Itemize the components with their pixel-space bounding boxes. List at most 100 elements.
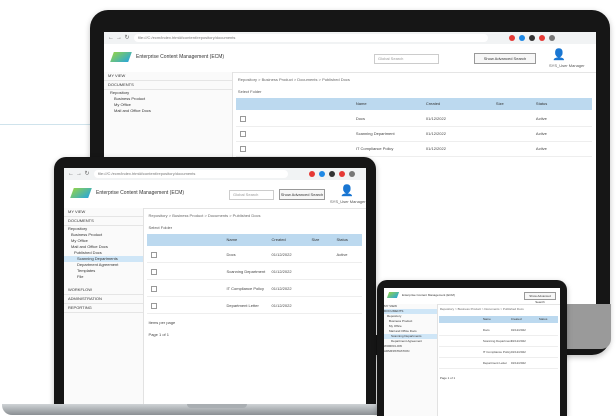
table-row[interactable]: IT Compliance Policy 01/12/2022 Active xyxy=(235,142,592,157)
breadcrumb[interactable]: Repository > Business Product > Document… xyxy=(149,213,261,218)
row-status: Active xyxy=(535,131,547,136)
user-icon[interactable]: 👤 xyxy=(552,48,566,62)
extension-icon[interactable] xyxy=(319,171,325,177)
table-header: Name Created Status xyxy=(438,316,558,323)
extension-icon[interactable] xyxy=(339,171,345,177)
laptop-screen: ← → ↻ file:///C:/ecm/index.html#/content… xyxy=(64,168,366,404)
table-row[interactable]: Scanning Department 01/12/2022 Active xyxy=(235,127,592,142)
column-header[interactable]: Size xyxy=(312,237,320,242)
advanced-search-button[interactable]: Show Advanced Search xyxy=(474,53,536,64)
sidebar-section[interactable]: ADMINISTRATION xyxy=(64,295,143,304)
tablet-side-panel xyxy=(565,304,611,349)
column-header[interactable]: Name xyxy=(227,237,238,242)
app-title: Enterprise Content Management (ECM) xyxy=(402,293,455,297)
url-input[interactable]: file:///C:/ecm/index.html#/content/repos… xyxy=(134,34,488,42)
column-header[interactable]: Created xyxy=(426,101,440,106)
select-folder-control[interactable]: Select Folder xyxy=(149,225,173,230)
column-header[interactable]: Name xyxy=(483,317,491,321)
back-icon[interactable]: ← xyxy=(67,170,75,178)
row-name: Docs xyxy=(482,328,490,332)
column-header[interactable]: Name xyxy=(356,101,367,106)
row-checkbox[interactable] xyxy=(239,146,246,152)
sidebar-section[interactable]: DOCUMENTS xyxy=(64,217,143,226)
row-name: IT Compliance Policy xyxy=(226,286,265,291)
table-row[interactable]: Department Letter 01/12/2022 xyxy=(438,358,558,369)
sidebar-section[interactable]: DOCUMENTS xyxy=(104,81,232,90)
table-row[interactable]: Docs 01/12/2022 Active xyxy=(146,248,362,263)
row-name: Scanning Department xyxy=(226,269,266,274)
column-header[interactable]: Status xyxy=(337,237,348,242)
user-icon[interactable]: 👤 xyxy=(340,184,354,198)
sidebar-section[interactable]: MY VIEW xyxy=(64,208,143,217)
sidebar-item[interactable]: Mail and Office Docs xyxy=(104,108,232,114)
menu-icon[interactable] xyxy=(349,171,355,177)
row-name: Docs xyxy=(355,116,366,121)
reload-icon[interactable]: ↻ xyxy=(123,34,131,42)
reload-icon[interactable]: ↻ xyxy=(83,170,91,178)
forward-icon[interactable]: → xyxy=(115,34,123,42)
sidebar-section[interactable]: REPORTING xyxy=(64,304,143,313)
row-status: Active xyxy=(336,252,348,257)
row-name: IT Compliance Policy xyxy=(355,146,394,151)
extension-icon[interactable] xyxy=(519,35,525,41)
forward-icon[interactable]: → xyxy=(75,170,83,178)
row-checkbox[interactable] xyxy=(150,303,157,309)
pagination[interactable]: Page 1 of 1 xyxy=(440,376,455,380)
row-created: 01/12/2022 xyxy=(425,146,446,151)
column-header[interactable]: Size xyxy=(496,101,504,106)
sidebar: MY VIEW DOCUMENTS Repository Business Pr… xyxy=(384,304,438,416)
url-input[interactable]: file:///C:/ecm/index.html#/content/repos… xyxy=(94,170,288,178)
row-checkbox[interactable] xyxy=(239,131,246,137)
row-checkbox[interactable] xyxy=(150,286,157,292)
extension-icon[interactable] xyxy=(329,171,335,177)
table-header: Name Created Size Status xyxy=(235,98,592,110)
table-row[interactable]: Docs 01/12/2022 Active xyxy=(235,112,592,127)
column-header[interactable]: Created xyxy=(272,237,286,242)
laptop-notch xyxy=(187,404,247,408)
column-header[interactable]: Created xyxy=(511,317,522,321)
sidebar-section[interactable]: WORKFLOW xyxy=(64,286,143,295)
extension-icon[interactable] xyxy=(539,35,545,41)
extension-icon[interactable] xyxy=(509,35,515,41)
app-title: Enterprise Content Management (ECM) xyxy=(96,190,185,196)
column-header[interactable]: Status xyxy=(539,317,548,321)
sidebar: MY VIEW DOCUMENTS Repository Business Pr… xyxy=(64,208,144,404)
sidebar-section[interactable]: MY VIEW xyxy=(104,72,232,81)
row-checkbox[interactable] xyxy=(150,252,157,258)
select-folder-control[interactable]: Select Folder xyxy=(238,89,262,94)
row-name: Department Letter xyxy=(226,303,259,308)
global-search-input[interactable]: Global Search xyxy=(374,54,439,64)
column-header[interactable]: Status xyxy=(536,101,547,106)
laptop: ← → ↻ file:///C:/ecm/index.html#/content… xyxy=(54,157,376,407)
table-row[interactable]: Scanning Department 01/12/2022 xyxy=(438,336,558,347)
extension-icon[interactable] xyxy=(529,35,535,41)
extension-icon[interactable] xyxy=(309,171,315,177)
row-checkbox[interactable] xyxy=(239,116,246,122)
pagination[interactable]: Page 1 of 1 xyxy=(149,332,169,337)
table-row[interactable]: IT Compliance Policy 01/12/2022 xyxy=(438,347,558,358)
global-search-input[interactable]: Global Search xyxy=(229,190,274,200)
table-row[interactable]: Department Letter 01/12/2022 xyxy=(146,299,362,314)
table-row[interactable]: Docs 01/12/2022 xyxy=(438,325,558,336)
app-logo xyxy=(110,52,132,62)
table-row[interactable]: IT Compliance Policy 01/12/2022 xyxy=(146,282,362,297)
breadcrumb[interactable]: Repository > Business Product > Document… xyxy=(238,77,350,82)
tablet-screen: Enterprise Content Management (ECM) Show… xyxy=(384,288,560,416)
app-title: Enterprise Content Management (ECM) xyxy=(136,54,225,60)
row-status: Active xyxy=(535,116,547,121)
row-created: 01/12/2022 xyxy=(510,339,526,343)
breadcrumb[interactable]: Repository > Business Product > Document… xyxy=(440,307,524,311)
row-created: 01/12/2022 xyxy=(271,252,292,257)
advanced-search-button[interactable]: Show Advanced Search xyxy=(524,292,556,304)
back-icon[interactable]: ← xyxy=(107,34,115,42)
user-name[interactable]: SYS_User Manager xyxy=(549,63,585,68)
menu-icon[interactable] xyxy=(549,35,555,41)
table-row[interactable]: Scanning Department 01/12/2022 xyxy=(146,265,362,280)
sidebar-item[interactable]: File xyxy=(64,274,143,280)
advanced-search-button[interactable]: Show Advanced Search xyxy=(279,189,325,200)
main-content: Repository > Business Product > Document… xyxy=(437,304,560,416)
row-checkbox[interactable] xyxy=(150,269,157,275)
user-name[interactable]: SYS_User Manager xyxy=(330,199,366,204)
sidebar-section[interactable]: ADMINISTRATION xyxy=(384,349,437,354)
row-created: 01/12/2022 xyxy=(510,328,526,332)
